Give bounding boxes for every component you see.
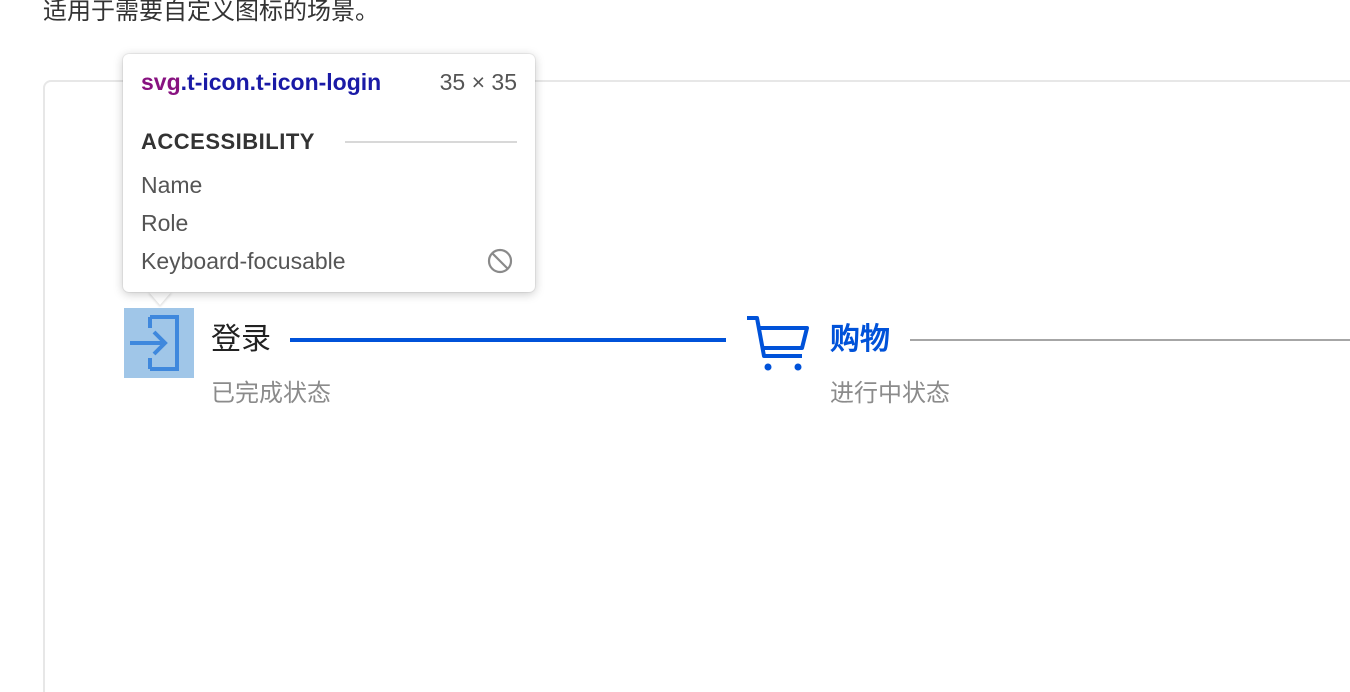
accessibility-row-keyboard-focusable: Keyboard-focusable: [141, 248, 346, 274]
step-connector-finished: [290, 338, 726, 342]
tooltip-selector: svg.t-icon.t-icon-login: [141, 68, 381, 96]
intro-text: 适用于需要自定义图标的场景。: [43, 0, 379, 25]
step-login-icon-highlight[interactable]: [124, 308, 194, 378]
step-connector-pending: [910, 339, 1350, 341]
section-divider: [345, 141, 517, 143]
tooltip-size: 35 × 35: [439, 69, 517, 95]
tooltip-arrow: [148, 291, 172, 305]
accessibility-row-role: Role: [141, 210, 189, 236]
step-cart-icon-wrap[interactable]: [744, 308, 814, 378]
cart-icon: [747, 316, 809, 371]
inspect-tooltip: svg.t-icon.t-icon-login 35 × 35 ACCESSIB…: [123, 54, 535, 292]
step-desc-login: 已完成状态: [211, 380, 331, 407]
selector-classes: .t-icon.t-icon-login: [180, 69, 382, 95]
step-title-login: 登录: [211, 323, 271, 356]
accessibility-heading: ACCESSIBILITY: [141, 129, 315, 154]
login-icon: [130, 315, 179, 371]
step-title-shopping: 购物: [830, 323, 890, 356]
step-desc-shopping: 进行中状态: [830, 380, 950, 407]
selector-tag: svg: [141, 69, 181, 95]
accessibility-row-name: Name: [141, 172, 203, 198]
no-entry-icon: [487, 248, 513, 274]
